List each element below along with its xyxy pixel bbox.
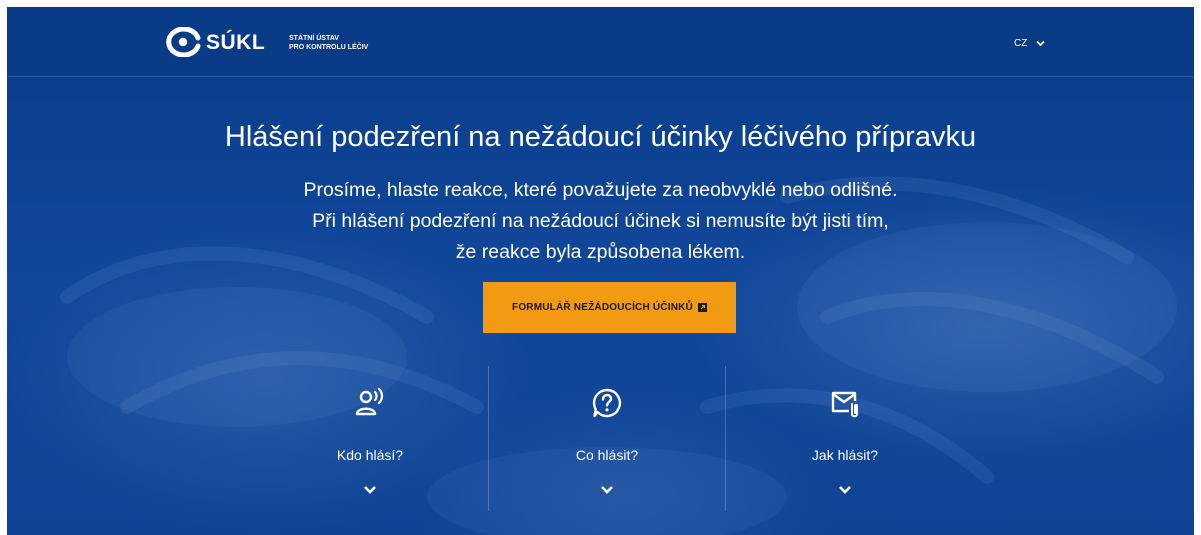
section-what-to-report[interactable]: Co hlásit? [507, 387, 707, 502]
language-selector[interactable]: CZ [1014, 38, 1045, 49]
question-bubble-icon [592, 388, 622, 418]
page-frame: SÚKL STÁTNÍ ÚSTAV PRO KONTROLU LÉČIV CZ [7, 7, 1194, 535]
language-label: CZ [1014, 38, 1028, 49]
logo-subtitle-line1: STÁTNÍ ÚSTAV [289, 35, 339, 42]
adverse-effects-form-button[interactable]: FORMULÁŘ NEŽÁDOUCÍCH ÚČINKŮ [483, 282, 736, 333]
column-divider [488, 366, 489, 511]
cta-label: FORMULÁŘ NEŽÁDOUCÍCH ÚČINKŮ [512, 302, 693, 313]
section-label: Co hlásit? [575, 447, 639, 463]
lead-line-1: Prosíme, hlaste reakce, které považujete… [303, 179, 898, 201]
mail-attachment-icon [831, 391, 858, 418]
external-link-icon [697, 303, 707, 312]
section-how-to-report[interactable]: Jak hlásit? [745, 387, 945, 502]
logo-subtitle: STÁTNÍ ÚSTAV PRO KONTROLU LÉČIV [289, 34, 368, 52]
logo-subtitle-line2: PRO KONTROLU LÉČIV [289, 44, 369, 51]
section-label: Jak hlásit? [811, 447, 879, 463]
page-title: Hlášení podezření na nežádoucí účinky lé… [224, 121, 977, 153]
chevron-down-icon[interactable] [363, 485, 377, 495]
lead-line-2: Při hlášení podezření na nežádoucí účine… [312, 210, 889, 232]
logo-text: SÚKL [206, 31, 266, 54]
section-label: Kdo hlásí? [336, 447, 404, 463]
logo-mark-icon [166, 27, 201, 57]
hero-lead-text: Prosíme, hlaste reakce, které považujete… [7, 175, 1194, 268]
site-header: SÚKL STÁTNÍ ÚSTAV PRO KONTROLU LÉČIV CZ [7, 7, 1194, 77]
chevron-down-icon[interactable] [838, 485, 852, 495]
lead-line-3: že reakce byla způsobena lékem. [455, 241, 746, 263]
chevron-down-icon [1036, 40, 1045, 47]
chevron-down-icon[interactable] [600, 485, 614, 495]
person-speaking-icon [355, 387, 384, 416]
column-divider [725, 366, 726, 511]
section-who-reports[interactable]: Kdo hlásí? [270, 387, 470, 502]
